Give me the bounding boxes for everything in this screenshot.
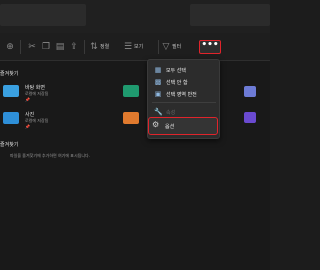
share-icon[interactable]: ⇪ (68, 41, 80, 53)
cut-icon[interactable]: ✂ (26, 41, 38, 53)
item-name[interactable]: 사진 (25, 111, 34, 118)
options-icon: ⚙ (152, 120, 160, 129)
toolbar-divider (84, 40, 85, 54)
menu-item-invert-selection[interactable]: ▣ 선택 영역 반전 (152, 88, 216, 100)
pictures-folder-icon[interactable] (3, 112, 19, 124)
sort-button[interactable]: 정렬 (100, 43, 109, 50)
toolbar-divider (158, 40, 159, 54)
search-box[interactable] (190, 4, 270, 26)
paste-icon[interactable]: ▤ (54, 41, 66, 53)
pin-icon: 📌 (25, 124, 30, 129)
view-icon[interactable]: ☰ (122, 41, 134, 53)
item-name[interactable]: 바탕 화면 (25, 84, 45, 91)
videos-folder-icon[interactable] (244, 112, 256, 123)
copy-icon[interactable]: ❐ (40, 41, 52, 53)
sort-icon[interactable]: ⇅ (88, 41, 100, 53)
pin-icon: 📌 (25, 97, 30, 102)
select-all-icon: ▦ (154, 66, 162, 74)
menu-item-select-none[interactable]: ▩ 선택 안 함 (152, 76, 216, 88)
downloads-folder-icon[interactable] (123, 85, 139, 97)
menu-item-select-all[interactable]: ▦ 모두 선택 (152, 64, 216, 76)
new-icon[interactable]: ⊕ (4, 41, 16, 53)
menu-divider (152, 102, 216, 103)
section-title: 즐겨찾기 (0, 142, 19, 148)
section-title: 즐겨찾기 (0, 71, 19, 77)
address-bar[interactable] (0, 4, 86, 26)
see-more-button[interactable]: ••• (199, 40, 221, 54)
desktop-folder-icon[interactable] (3, 85, 19, 97)
select-none-icon: ▩ (154, 78, 162, 86)
invert-selection-icon: ▣ (154, 90, 162, 98)
toolbar-divider (20, 40, 21, 54)
music-folder-icon[interactable] (123, 112, 139, 124)
filter-button[interactable]: 필터 (172, 43, 181, 50)
view-button[interactable]: 보기 (134, 43, 143, 50)
menu-item-options[interactable]: ⚙ 옵션 (148, 117, 218, 135)
filter-icon[interactable]: ▽ (160, 41, 172, 53)
empty-message: 파일을 즐겨찾기에 추가하면 여기에 표시됩니다. (10, 153, 90, 158)
documents-folder-icon[interactable] (244, 86, 256, 97)
properties-icon: 🔧 (154, 108, 163, 116)
